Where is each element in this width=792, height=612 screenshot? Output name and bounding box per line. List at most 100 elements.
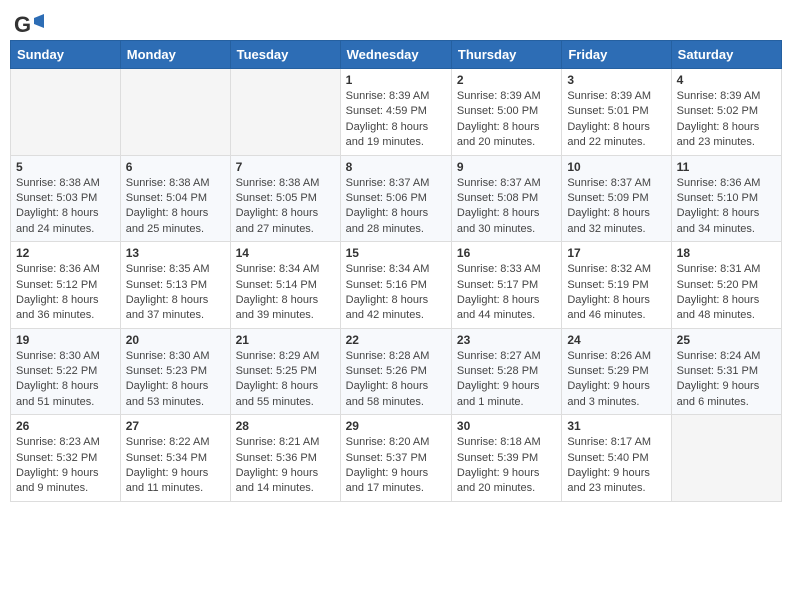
day-info: Sunrise: 8:17 AMSunset: 5:40 PMDaylight:…: [567, 435, 665, 497]
calendar-cell: 19Sunrise: 8:30 AMSunset: 5:22 PMDayligh…: [11, 328, 121, 415]
day-info: Sunrise: 8:20 AMSunset: 5:37 PMDaylight:…: [346, 435, 446, 497]
day-number: 18: [677, 246, 776, 260]
day-info: Sunrise: 8:33 AMSunset: 5:17 PMDaylight:…: [457, 262, 556, 324]
calendar-cell: 10 Sunrise: 8:37 AMSunset: 5:09 PMDayligh…: [562, 155, 671, 242]
calendar-cell: [120, 69, 230, 156]
calendar-cell: [11, 69, 121, 156]
day-info: Sunrise: 8:30 AMSunset: 5:23 PMDaylight:…: [126, 349, 225, 411]
calendar-week-4: 19Sunrise: 8:30 AMSunset: 5:22 PMDayligh…: [11, 328, 782, 415]
day-number: 17: [567, 246, 665, 260]
calendar-cell: 15Sunrise: 8:34 AMSunset: 5:16 PMDayligh…: [340, 242, 451, 329]
day-info: Sunrise: 8:31 AMSunset: 5:20 PMDaylight:…: [677, 262, 776, 324]
day-info: Sunrise: 8:37 AMSunset: 5:08 PMDaylight:…: [457, 176, 556, 238]
day-number: 23: [457, 333, 556, 347]
weekday-header-friday: Friday: [562, 41, 671, 69]
logo-icon: G: [14, 10, 36, 32]
day-number: 24: [567, 333, 665, 347]
day-number: 2: [457, 73, 556, 87]
day-number: 6: [126, 160, 225, 174]
calendar-week-2: 5 Sunrise: 8:38 AMSunset: 5:03 PMDaylight…: [11, 155, 782, 242]
day-info: Sunrise: 8:28 AMSunset: 5:26 PMDaylight:…: [346, 349, 446, 411]
day-info: Sunrise: 8:23 AMSunset: 5:32 PMDaylight:…: [16, 435, 115, 497]
weekday-header-tuesday: Tuesday: [230, 41, 340, 69]
day-info: Sunrise: 8:32 AMSunset: 5:19 PMDaylight:…: [567, 262, 665, 324]
day-number: 25: [677, 333, 776, 347]
weekday-header-thursday: Thursday: [451, 41, 561, 69]
calendar-cell: 6 Sunrise: 8:38 AMSunset: 5:04 PMDaylight…: [120, 155, 230, 242]
page-header: G: [10, 10, 782, 32]
day-info: Sunrise: 8:29 AMSunset: 5:25 PMDaylight:…: [236, 349, 335, 411]
day-info: Sunrise: 8:35 AMSunset: 5:13 PMDaylight:…: [126, 262, 225, 324]
calendar-table: SundayMondayTuesdayWednesdayThursdayFrid…: [10, 40, 782, 502]
calendar-cell: 26 Sunrise: 8:23 AMSunset: 5:32 PMDayligh…: [11, 415, 121, 502]
calendar-cell: 13 Sunrise: 8:35 AMSunset: 5:13 PMDayligh…: [120, 242, 230, 329]
weekday-header-saturday: Saturday: [671, 41, 781, 69]
calendar-cell: 30Sunrise: 8:18 AMSunset: 5:39 PMDayligh…: [451, 415, 561, 502]
calendar-week-3: 12 Sunrise: 8:36 AMSunset: 5:12 PMDayligh…: [11, 242, 782, 329]
day-info: Sunrise: 8:34 AMSunset: 5:16 PMDaylight:…: [346, 262, 446, 324]
day-info: Sunrise: 8:39 AMSunset: 5:00 PMDaylight:…: [457, 89, 556, 151]
calendar-cell: 7Sunrise: 8:38 AMSunset: 5:05 PMDaylight…: [230, 155, 340, 242]
day-info: Sunrise: 8:21 AMSunset: 5:36 PMDaylight:…: [236, 435, 335, 497]
day-number: 31: [567, 419, 665, 433]
logo: G: [14, 10, 38, 32]
day-info: Sunrise: 8:38 AMSunset: 5:05 PMDaylight:…: [236, 176, 335, 238]
day-info: Sunrise: 8:36 AMSunset: 5:10 PMDaylight:…: [677, 176, 776, 238]
calendar-cell: 25Sunrise: 8:24 AMSunset: 5:31 PMDayligh…: [671, 328, 781, 415]
calendar-cell: 16 Sunrise: 8:33 AMSunset: 5:17 PMDayligh…: [451, 242, 561, 329]
day-number: 20: [126, 333, 225, 347]
calendar-cell: 21Sunrise: 8:29 AMSunset: 5:25 PMDayligh…: [230, 328, 340, 415]
day-number: 14: [236, 246, 335, 260]
calendar-cell: 11 Sunrise: 8:36 AMSunset: 5:10 PMDayligh…: [671, 155, 781, 242]
calendar-cell: 5 Sunrise: 8:38 AMSunset: 5:03 PMDaylight…: [11, 155, 121, 242]
calendar-week-5: 26 Sunrise: 8:23 AMSunset: 5:32 PMDayligh…: [11, 415, 782, 502]
day-info: Sunrise: 8:26 AMSunset: 5:29 PMDaylight:…: [567, 349, 665, 411]
day-number: 30: [457, 419, 556, 433]
day-number: 13: [126, 246, 225, 260]
calendar-cell: 18 Sunrise: 8:31 AMSunset: 5:20 PMDayligh…: [671, 242, 781, 329]
day-info: Sunrise: 8:39 AMSunset: 5:01 PMDaylight:…: [567, 89, 665, 151]
day-number: 27: [126, 419, 225, 433]
calendar-cell: [671, 415, 781, 502]
day-info: Sunrise: 8:38 AMSunset: 5:03 PMDaylight:…: [16, 176, 115, 238]
day-number: 9: [457, 160, 556, 174]
day-info: Sunrise: 8:27 AMSunset: 5:28 PMDaylight:…: [457, 349, 556, 411]
calendar-cell: 3 Sunrise: 8:39 AMSunset: 5:01 PMDaylight…: [562, 69, 671, 156]
day-info: Sunrise: 8:22 AMSunset: 5:34 PMDaylight:…: [126, 435, 225, 497]
day-info: Sunrise: 8:36 AMSunset: 5:12 PMDaylight:…: [16, 262, 115, 324]
day-info: Sunrise: 8:39 AMSunset: 4:59 PMDaylight:…: [346, 89, 446, 151]
calendar-cell: 20 Sunrise: 8:30 AMSunset: 5:23 PMDayligh…: [120, 328, 230, 415]
day-number: 5: [16, 160, 115, 174]
day-info: Sunrise: 8:37 AMSunset: 5:09 PMDaylight:…: [567, 176, 665, 238]
day-info: Sunrise: 8:37 AMSunset: 5:06 PMDaylight:…: [346, 176, 446, 238]
calendar-cell: 1Sunrise: 8:39 AMSunset: 4:59 PMDaylight…: [340, 69, 451, 156]
svg-text:G: G: [14, 12, 31, 37]
weekday-header-row: SundayMondayTuesdayWednesdayThursdayFrid…: [11, 41, 782, 69]
calendar-cell: 22 Sunrise: 8:28 AMSunset: 5:26 PMDayligh…: [340, 328, 451, 415]
calendar-week-1: 1Sunrise: 8:39 AMSunset: 4:59 PMDaylight…: [11, 69, 782, 156]
day-info: Sunrise: 8:30 AMSunset: 5:22 PMDaylight:…: [16, 349, 115, 411]
day-number: 11: [677, 160, 776, 174]
day-number: 3: [567, 73, 665, 87]
day-info: Sunrise: 8:34 AMSunset: 5:14 PMDaylight:…: [236, 262, 335, 324]
calendar-cell: 9 Sunrise: 8:37 AMSunset: 5:08 PMDaylight…: [451, 155, 561, 242]
day-number: 26: [16, 419, 115, 433]
day-number: 22: [346, 333, 446, 347]
weekday-header-monday: Monday: [120, 41, 230, 69]
day-info: Sunrise: 8:38 AMSunset: 5:04 PMDaylight:…: [126, 176, 225, 238]
calendar-cell: [230, 69, 340, 156]
calendar-cell: 17 Sunrise: 8:32 AMSunset: 5:19 PMDayligh…: [562, 242, 671, 329]
day-number: 12: [16, 246, 115, 260]
weekday-header-wednesday: Wednesday: [340, 41, 451, 69]
calendar-cell: 14 Sunrise: 8:34 AMSunset: 5:14 PMDayligh…: [230, 242, 340, 329]
calendar-cell: 2 Sunrise: 8:39 AMSunset: 5:00 PMDaylight…: [451, 69, 561, 156]
calendar-cell: 28 Sunrise: 8:21 AMSunset: 5:36 PMDayligh…: [230, 415, 340, 502]
day-number: 16: [457, 246, 556, 260]
day-number: 8: [346, 160, 446, 174]
calendar-cell: 8 Sunrise: 8:37 AMSunset: 5:06 PMDaylight…: [340, 155, 451, 242]
day-number: 10: [567, 160, 665, 174]
calendar-cell: 12 Sunrise: 8:36 AMSunset: 5:12 PMDayligh…: [11, 242, 121, 329]
day-number: 28: [236, 419, 335, 433]
calendar-cell: 31 Sunrise: 8:17 AMSunset: 5:40 PMDayligh…: [562, 415, 671, 502]
calendar-cell: 24 Sunrise: 8:26 AMSunset: 5:29 PMDayligh…: [562, 328, 671, 415]
